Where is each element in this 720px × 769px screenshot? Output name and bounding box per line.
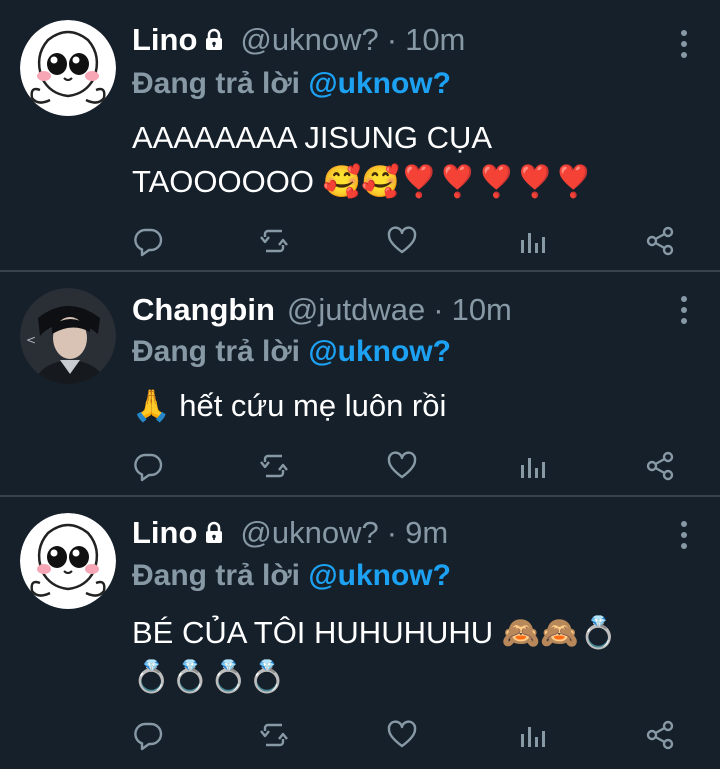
cartoon-bunny-avatar-icon	[20, 513, 116, 609]
reply-icon[interactable]	[132, 719, 164, 751]
reply-icon[interactable]	[132, 450, 164, 482]
analytics-icon[interactable]	[516, 719, 548, 751]
reply-context: Đang trả lời @uknow?	[132, 332, 451, 372]
tweet-header: Changbin @jutdwae · 10m	[132, 288, 660, 332]
retweet-icon[interactable]	[258, 719, 290, 751]
lock-icon	[202, 28, 226, 52]
cartoon-bunny-avatar-icon	[20, 20, 116, 116]
share-icon[interactable]	[644, 719, 676, 751]
reply-icon[interactable]	[132, 225, 164, 257]
tweet-text-line: TAOOOOOO 🥰🥰❣️❣️❣️❣️❣️	[132, 164, 593, 199]
photo-avatar-icon: <	[20, 288, 116, 384]
tweet[interactable]: < Changbin @jutdwae · 10m Đang trả lời @…	[0, 272, 720, 496]
tweet-text-line: 💍💍💍💍	[132, 659, 287, 694]
analytics-icon[interactable]	[516, 225, 548, 257]
user-handle[interactable]: @jutdwae	[287, 288, 425, 332]
reply-context: Đang trả lời @uknow?	[132, 64, 451, 104]
lock-icon	[202, 521, 226, 545]
display-name[interactable]: Changbin	[132, 288, 275, 332]
timestamp[interactable]: 10m	[452, 288, 512, 332]
tweet-text-line: AAAAAAAA JISUNG CỤA	[132, 120, 493, 155]
reply-label: Đang trả lời	[132, 67, 301, 100]
retweet-icon[interactable]	[258, 225, 290, 257]
analytics-icon[interactable]	[516, 450, 548, 482]
separator: ·	[386, 22, 398, 57]
action-bar	[132, 719, 680, 751]
more-vertical-icon[interactable]	[680, 296, 688, 324]
user-handle[interactable]: @uknow?	[240, 18, 378, 62]
reply-mention[interactable]: @uknow?	[308, 67, 451, 100]
separator: ·	[433, 292, 444, 327]
separator: ·	[386, 515, 398, 550]
heart-icon[interactable]	[386, 719, 418, 751]
action-bar	[132, 225, 680, 257]
timestamp[interactable]: 10m	[405, 18, 465, 62]
share-icon[interactable]	[644, 450, 676, 482]
tweet-text-line: BÉ CỦA TÔI HUHUHUHU 🙈🙈💍	[132, 615, 618, 650]
display-name[interactable]: Lino	[132, 18, 197, 62]
action-bar	[132, 450, 680, 482]
retweet-icon[interactable]	[258, 450, 290, 482]
display-name[interactable]: Lino	[132, 511, 197, 555]
tweet-text: AAAAAAAA JISUNG CỤA TAOOOOOO 🥰🥰❣️❣️❣️❣️❣…	[132, 116, 680, 204]
tweet-text: BÉ CỦA TÔI HUHUHUHU 🙈🙈💍 💍💍💍💍	[132, 611, 680, 699]
tweet-text: 🙏 hết cứu mẹ luôn rồi	[132, 384, 680, 428]
reply-context: Đang trả lời @uknow?	[132, 556, 451, 596]
reply-mention[interactable]: @uknow?	[308, 559, 451, 592]
avatar[interactable]	[20, 20, 116, 116]
heart-icon[interactable]	[386, 225, 418, 257]
share-icon[interactable]	[644, 225, 676, 257]
heart-icon[interactable]	[386, 450, 418, 482]
tweet[interactable]: Lino @uknow? · 9m Đang trả lời @uknow? B…	[0, 497, 720, 769]
tweet-text-line: 🙏 hết cứu mẹ luôn rồi	[132, 388, 447, 423]
tweet-header: Lino @uknow? · 9m	[132, 511, 660, 555]
reply-label: Đang trả lời	[132, 559, 301, 592]
svg-text:<: <	[26, 333, 36, 347]
tweet[interactable]: Lino @uknow? · 10m Đang trả lời @uknow? …	[0, 0, 720, 271]
avatar[interactable]: <	[20, 288, 116, 384]
tweet-header: Lino @uknow? · 10m	[132, 18, 660, 62]
more-vertical-icon[interactable]	[680, 30, 688, 58]
reply-mention[interactable]: @uknow?	[308, 335, 451, 368]
more-vertical-icon[interactable]	[680, 521, 688, 549]
timestamp[interactable]: 9m	[405, 511, 448, 555]
user-handle[interactable]: @uknow?	[240, 511, 378, 555]
avatar[interactable]	[20, 513, 116, 609]
reply-label: Đang trả lời	[132, 335, 301, 368]
